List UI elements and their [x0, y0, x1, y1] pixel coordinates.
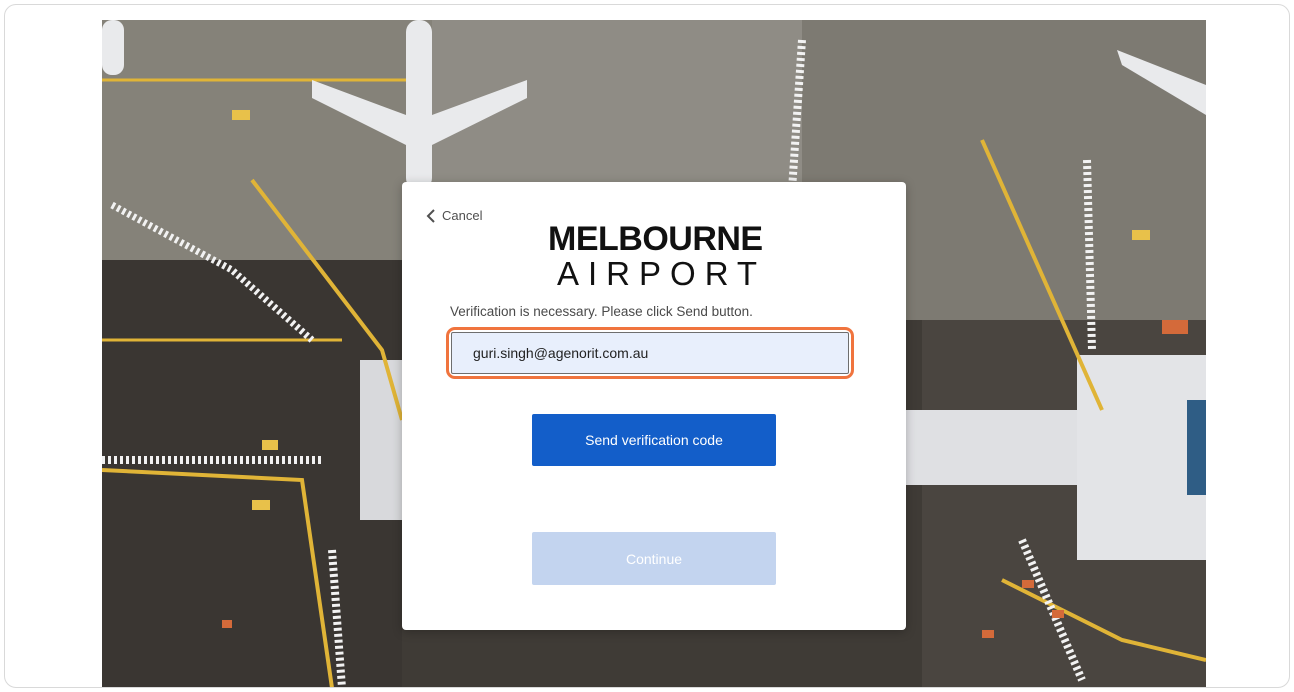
logo-line-1: MELBOURNE: [548, 220, 763, 258]
melbourne-airport-logo: MELBOURNE AIRPORT: [548, 220, 767, 292]
chevron-left-icon: [426, 208, 436, 223]
logo-line-2: AIRPORT: [557, 255, 767, 292]
send-verification-code-button[interactable]: Send verification code: [532, 414, 776, 466]
cancel-label: Cancel: [442, 208, 483, 223]
email-field-highlight: [446, 327, 854, 379]
verification-dialog: Cancel MELBOURNE AIRPORT Verification is…: [402, 182, 906, 630]
browser-frame: Cancel MELBOURNE AIRPORT Verification is…: [4, 4, 1290, 688]
continue-button[interactable]: Continue: [532, 532, 776, 585]
email-field[interactable]: [451, 332, 849, 374]
cancel-link[interactable]: Cancel: [426, 208, 482, 223]
verification-instructions: Verification is necessary. Please click …: [450, 304, 753, 319]
